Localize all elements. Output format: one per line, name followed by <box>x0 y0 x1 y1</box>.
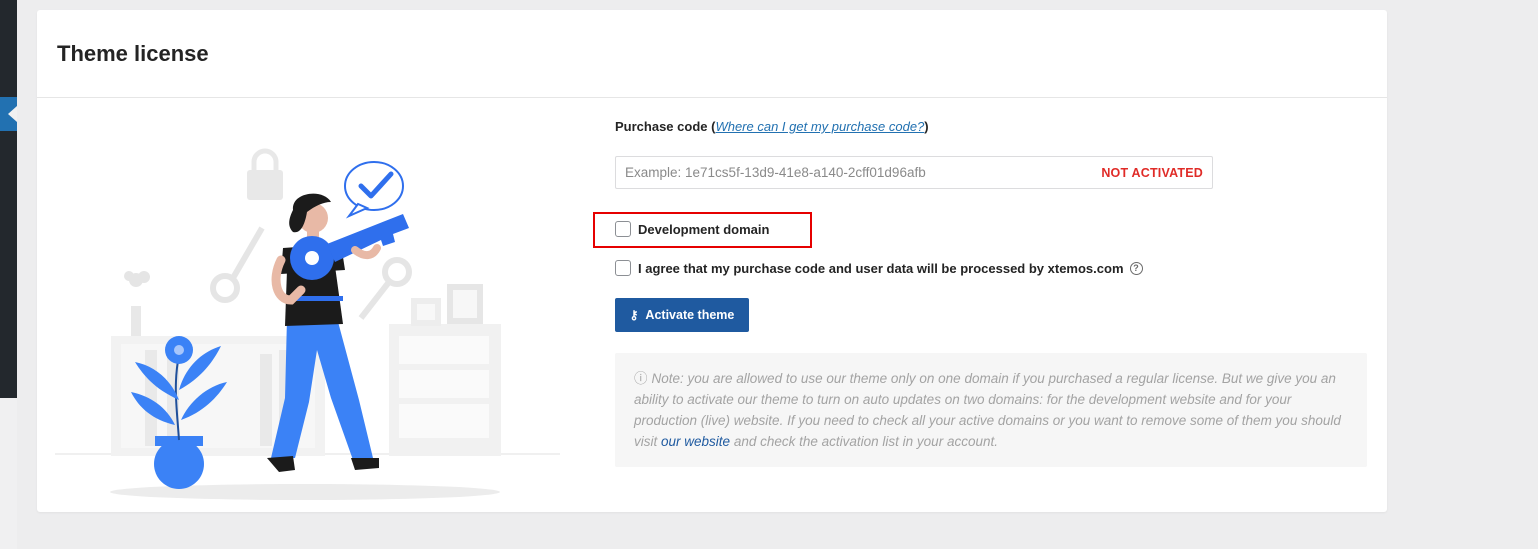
agree-label: I agree that my purchase code and user d… <box>638 260 1124 276</box>
purchase-code-field: NOT ACTIVATED <box>615 156 1213 189</box>
development-domain-row[interactable]: Development domain <box>615 221 769 237</box>
question-icon[interactable]: ? <box>1129 261 1143 275</box>
info-icon: ⓘ <box>634 371 648 386</box>
purchase-code-help-link[interactable]: Where can I get my purchase code? <box>715 119 924 134</box>
license-form: Purchase code (Where can I get my purcha… <box>593 118 1367 467</box>
agree-checkbox[interactable] <box>615 260 631 276</box>
license-note: ⓘ Note: you are allowed to use our theme … <box>615 353 1367 467</box>
activate-theme-button[interactable]: ⚷ Activate theme <box>615 298 749 332</box>
panel-header: Theme license <box>37 10 1387 98</box>
purchase-code-label: Purchase code (Where can I get my purcha… <box>615 119 929 134</box>
status-badge: NOT ACTIVATED <box>1101 166 1203 180</box>
admin-sidebar <box>0 0 17 398</box>
purchase-code-input[interactable] <box>616 157 1095 188</box>
our-website-link[interactable]: our website <box>661 434 730 449</box>
page-title: Theme license <box>57 41 209 66</box>
note-text-end: and check the activation list in your ac… <box>733 434 998 449</box>
license-illustration <box>55 148 560 500</box>
agree-row[interactable]: I agree that my purchase code and user d… <box>615 260 1143 276</box>
activate-theme-label: Activate theme <box>645 308 735 322</box>
development-domain-label: Development domain <box>638 221 770 237</box>
admin-sidebar-lower <box>0 398 17 549</box>
sidebar-active-arrow-icon <box>8 106 17 122</box>
theme-license-panel: Theme license Purchase code (Where can I… <box>37 10 1387 512</box>
development-domain-checkbox[interactable] <box>615 221 631 237</box>
key-icon: ⚷ <box>629 308 639 322</box>
